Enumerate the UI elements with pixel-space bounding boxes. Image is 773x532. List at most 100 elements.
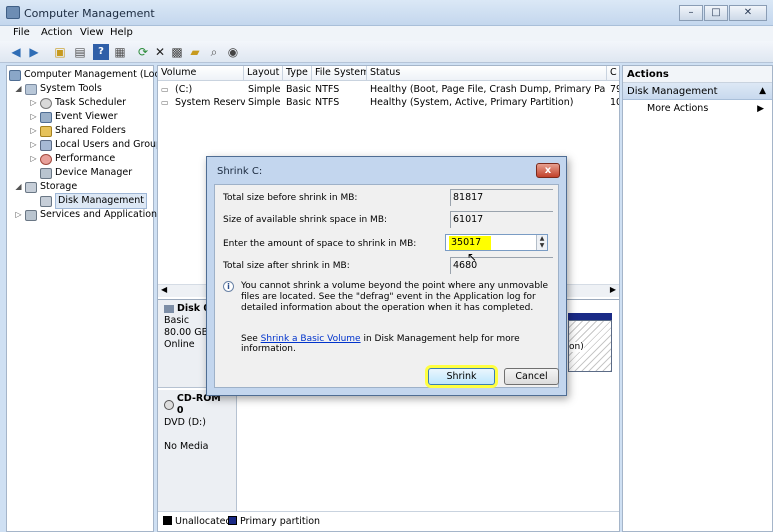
shrink-basic-volume-link[interactable]: Shrink a Basic Volume <box>261 334 361 344</box>
menu-action[interactable]: Action <box>41 27 72 38</box>
collapse-up-icon[interactable]: ▲ <box>759 83 766 100</box>
help-icon[interactable]: ? <box>93 44 109 60</box>
col-volume[interactable]: Volume <box>158 66 244 81</box>
amount-label: Enter the amount of space to shrink in M… <box>223 239 417 249</box>
services-icon <box>25 209 37 221</box>
tree-item-task-scheduler[interactable]: ▷ Task Scheduler <box>29 96 126 110</box>
cdrom-info[interactable]: CD-ROM 0 DVD (D:) No Media <box>158 390 237 512</box>
expand-arrow-icon[interactable]: ▷ <box>14 208 23 222</box>
performance-icon <box>40 153 52 165</box>
cdrom-icon <box>164 400 174 410</box>
col-capacity[interactable]: C <box>607 66 619 81</box>
actions-pane: Actions Disk Management ▲ More Actions ▶ <box>622 65 773 532</box>
col-status[interactable]: Status <box>367 66 607 81</box>
close-icon[interactable]: ✕ <box>729 5 767 21</box>
open-folder-icon[interactable]: ▰ <box>187 44 203 60</box>
menu-view[interactable]: View <box>80 27 104 38</box>
device-manager-icon <box>40 167 52 179</box>
scroll-left-icon[interactable]: ◀ <box>161 285 167 294</box>
drive-icon: ▭ <box>161 85 169 94</box>
total-before-label: Total size before shrink in MB: <box>223 193 358 203</box>
partition-c[interactable]: on) <box>568 320 612 372</box>
spin-up-icon[interactable]: ▲ <box>537 235 547 242</box>
legend-unallocated: Unallocated <box>163 516 232 527</box>
shrink-amount-value[interactable]: 35017 <box>449 236 491 250</box>
more-actions-item[interactable]: More Actions ▶ <box>623 100 772 118</box>
menu-bar: File Action View Help <box>0 26 773 41</box>
dialog-body: Total size before shrink in MB: 81817 Si… <box>214 184 559 388</box>
search-icon[interactable]: ⌕ <box>206 44 222 60</box>
tree-item-local-users[interactable]: ▷ Local Users and Groups <box>29 138 167 152</box>
info-message: i You cannot shrink a volume beyond the … <box>223 281 553 314</box>
expand-arrow-icon[interactable]: ▷ <box>29 152 38 166</box>
forward-arrow-icon[interactable]: ▶ <box>26 44 42 60</box>
event-viewer-icon <box>40 111 52 123</box>
actions-section-disk-management[interactable]: Disk Management ▲ <box>623 83 772 100</box>
primary-partition-bar <box>568 313 612 320</box>
minimize-icon[interactable]: – <box>679 5 703 21</box>
disk-icon[interactable]: ◉ <box>225 44 241 60</box>
window-title: Computer Management <box>24 7 155 20</box>
expand-arrow-icon[interactable]: ▷ <box>29 96 38 110</box>
total-before-value: 81817 <box>450 189 553 206</box>
shrink-amount-input[interactable]: 35017 ▲ ▼ <box>445 234 548 251</box>
up-folder-icon[interactable]: ▣ <box>52 44 68 60</box>
dialog-title: Shrink C: <box>217 166 263 177</box>
show-hide-tree-icon[interactable]: ▤ <box>72 44 88 60</box>
delete-icon[interactable]: ✕ <box>152 44 168 60</box>
shrink-button[interactable]: Shrink <box>428 368 495 385</box>
col-layout[interactable]: Layout <box>244 66 283 81</box>
available-value: 61017 <box>450 211 553 228</box>
maximize-icon[interactable]: □ <box>704 5 728 21</box>
tree-item-device-manager[interactable]: Device Manager <box>40 166 132 180</box>
tree-item-shared-folders[interactable]: ▷ Shared Folders <box>29 124 126 138</box>
tree-item-event-viewer[interactable]: ▷ Event Viewer <box>29 110 118 124</box>
tools-icon <box>25 83 37 95</box>
unallocated-swatch-icon <box>163 516 172 525</box>
collapse-arrow-icon[interactable]: ◢ <box>14 82 23 96</box>
storage-icon <box>25 181 37 193</box>
drive-icon: ▭ <box>161 98 169 107</box>
shared-folder-icon <box>40 125 52 137</box>
spin-down-icon[interactable]: ▼ <box>537 242 547 249</box>
table-row[interactable]: ▭ System Reserved Simple Basic NTFS Heal… <box>158 96 619 109</box>
menu-help[interactable]: Help <box>110 27 133 38</box>
available-label: Size of available shrink space in MB: <box>223 215 388 225</box>
tree-item-storage[interactable]: ◢ Storage <box>14 180 77 194</box>
legend: Unallocated Primary partition <box>158 511 619 531</box>
dialog-close-icon[interactable]: x <box>536 163 560 178</box>
hard-disk-icon <box>164 305 174 313</box>
tree-item-services[interactable]: ▷ Services and Applications <box>14 208 162 222</box>
tree-item-disk-management[interactable]: Disk Management <box>40 193 148 209</box>
back-arrow-icon[interactable]: ◀ <box>8 44 24 60</box>
expand-arrow-icon[interactable]: ▷ <box>29 110 38 124</box>
help-line: See Shrink a Basic Volume in Disk Manage… <box>241 334 520 354</box>
properties-sheet-icon[interactable]: ▩ <box>169 44 185 60</box>
refresh-icon[interactable]: ⟳ <box>135 44 151 60</box>
window-controls: – □ ✕ <box>679 5 767 21</box>
cancel-button[interactable]: Cancel <box>504 368 559 385</box>
actions-title: Actions <box>623 66 772 83</box>
collapse-arrow-icon[interactable]: ◢ <box>14 180 23 194</box>
console-tree: Computer Management (Local ◢ System Tool… <box>6 65 168 532</box>
mouse-cursor-icon: ↖ <box>467 250 478 264</box>
tree-item-system-tools[interactable]: ◢ System Tools <box>14 82 102 96</box>
total-after-label: Total size after shrink in MB: <box>223 261 350 271</box>
scroll-right-icon[interactable]: ▶ <box>610 285 616 294</box>
toolbar: ◀ ▶ ▣ ▤ ? ▦ ⟳ ✕ ▩ ▰ ⌕ ◉ <box>0 41 773 63</box>
users-icon <box>40 139 52 151</box>
submenu-arrow-icon: ▶ <box>757 104 764 114</box>
expand-arrow-icon[interactable]: ▷ <box>29 138 38 152</box>
spin-stepper[interactable]: ▲ ▼ <box>536 235 547 250</box>
col-type[interactable]: Type <box>283 66 312 81</box>
properties-icon[interactable]: ▦ <box>112 44 128 60</box>
tree-item-performance[interactable]: ▷ Performance <box>29 152 115 166</box>
computer-management-icon <box>6 6 20 19</box>
table-row[interactable]: ▭ (C:) Simple Basic NTFS Healthy (Boot, … <box>158 83 619 96</box>
col-filesystem[interactable]: File System <box>312 66 367 81</box>
title-bar: Computer Management – □ ✕ <box>0 0 773 26</box>
tree-item-computer-management[interactable]: Computer Management (Local <box>9 68 168 82</box>
legend-primary: Primary partition <box>228 516 320 527</box>
expand-arrow-icon[interactable]: ▷ <box>29 124 38 138</box>
menu-file[interactable]: File <box>13 27 30 38</box>
